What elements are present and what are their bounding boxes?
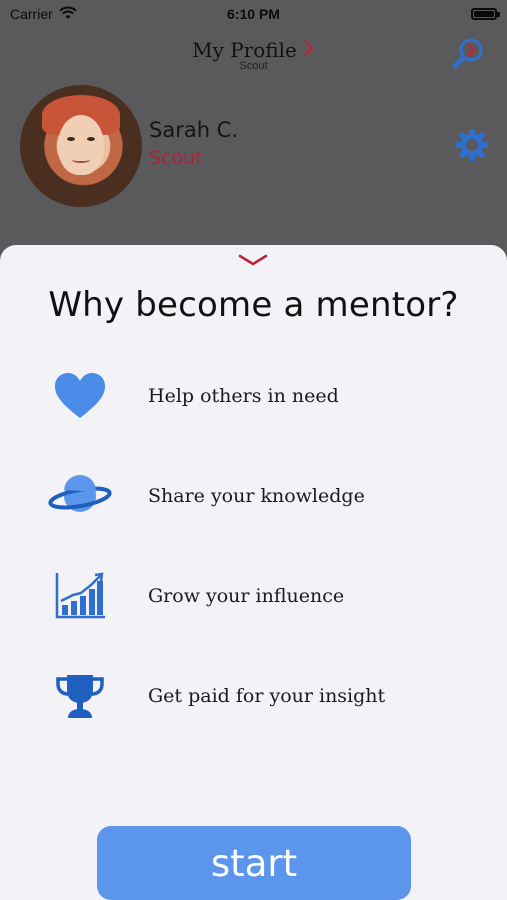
reason-item: Grow your influence: [48, 566, 468, 626]
reason-label: Get paid for your insight: [148, 685, 386, 707]
chevron-right-icon: [303, 39, 315, 62]
sheet-title: Why become a mentor?: [48, 285, 459, 325]
search-icon: [449, 38, 489, 78]
chevron-down-icon: [236, 254, 270, 273]
trophy-icon: [48, 668, 112, 724]
reason-label: Share your knowledge: [148, 485, 365, 507]
reason-label: Grow your influence: [148, 585, 345, 607]
status-left: Carrier: [10, 6, 77, 23]
growth-chart-icon: [48, 568, 112, 624]
reason-label: Help others in need: [148, 385, 339, 407]
search-button[interactable]: [449, 34, 489, 74]
sheet-collapse-handle[interactable]: [236, 251, 270, 269]
profile-title-button[interactable]: My Profile Scout: [0, 38, 507, 72]
profile-name: Sarah C.: [149, 118, 239, 142]
heart-icon: [48, 368, 112, 424]
page-title: My Profile: [192, 38, 315, 62]
header: My Profile Scout: [0, 34, 507, 84]
status-bar: Carrier 6:10 PM: [0, 0, 507, 28]
start-button[interactable]: start: [97, 826, 411, 900]
battery-icon: [471, 8, 500, 20]
avatar[interactable]: [20, 85, 142, 207]
reason-item: Help others in need: [48, 366, 468, 426]
page-subtitle: Scout: [239, 60, 268, 72]
page-title-text: My Profile: [192, 38, 297, 62]
settings-button[interactable]: [454, 127, 490, 163]
wifi-icon: [59, 6, 77, 23]
mentor-sheet: Why become a mentor? Help others in need…: [0, 245, 507, 900]
profile-role: Scout: [149, 147, 203, 169]
gear-icon: [454, 129, 490, 167]
carrier-label: Carrier: [10, 6, 53, 22]
reason-item: Share your knowledge: [48, 466, 468, 526]
status-time: 6:10 PM: [227, 6, 280, 22]
profile-card: Sarah C. Scout: [20, 85, 490, 210]
reason-item: Get paid for your insight: [48, 666, 468, 726]
planet-icon: [48, 468, 112, 524]
